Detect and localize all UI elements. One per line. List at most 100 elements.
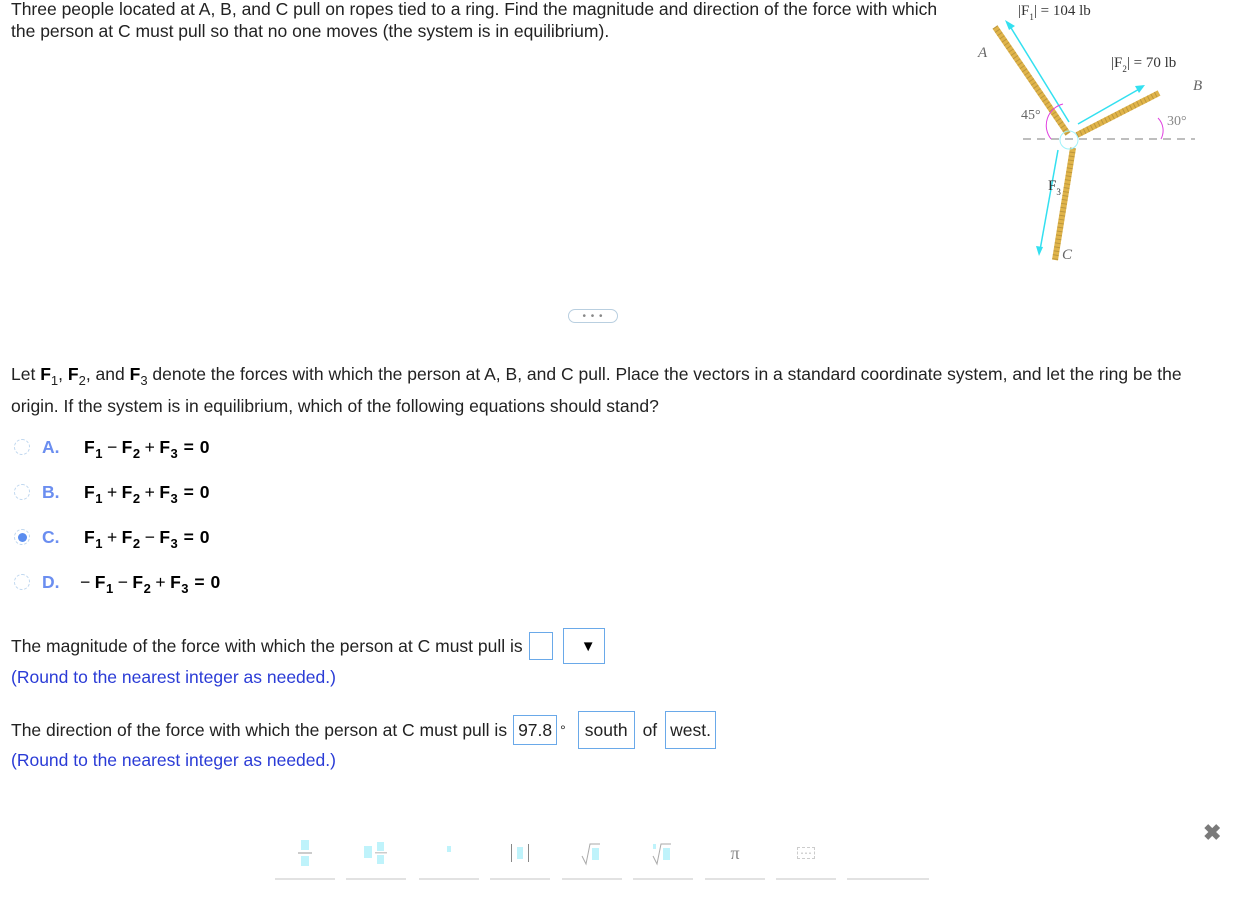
sub3: 3 (170, 535, 179, 551)
exponent-button[interactable] (419, 828, 479, 880)
sign: − (117, 571, 129, 592)
option-a[interactable]: A. F1− F2 + F3 = 0 (14, 434, 210, 460)
f2-label: |F (1111, 55, 1123, 71)
force-diagram: |F1| = 104 lb |F2| = 70 lb F3 A B C 45° … (965, 0, 1242, 270)
radio-option-c-selected[interactable] (14, 529, 30, 545)
diagram-svg (992, 20, 1195, 261)
degree-symbol: ° (560, 722, 566, 738)
angle-b-label: 30° (1167, 114, 1187, 129)
mixed-number-icon (364, 842, 387, 864)
term-f1: F (84, 436, 96, 457)
option-letter: B. (42, 481, 60, 502)
sub1: 1 (95, 535, 103, 551)
option-d[interactable]: D. − F1− F2 + F3 = 0 (14, 569, 221, 595)
option-equation: F1 + F2 + F3 = 0 (76, 481, 210, 506)
option-letter: C. (42, 526, 60, 547)
option-b[interactable]: B. F1 + F2 + F3 = 0 (14, 479, 210, 505)
option-c[interactable]: C. F1 + F2− F3 = 0 (14, 524, 210, 550)
prompt-f1: F (40, 364, 51, 384)
more-button[interactable]: ⋯ (776, 828, 836, 880)
rhs: = 0 (183, 526, 210, 547)
sign: − (144, 526, 156, 547)
fraction-button[interactable] (275, 828, 335, 880)
term-f3: F (159, 526, 171, 547)
prompt-s2: 2 (78, 373, 86, 388)
prompt-part2: denote the forces with which the person … (11, 364, 1182, 416)
nth-root-button[interactable] (633, 828, 693, 880)
sub1: 1 (95, 490, 103, 506)
nth-root-icon (652, 843, 671, 866)
direction-dropdown-2[interactable]: west. (665, 711, 717, 749)
term-f2: F (132, 571, 144, 592)
sign: − (80, 571, 91, 592)
point-b-label: B (1193, 78, 1203, 94)
expand-more-button[interactable]: • • • (568, 309, 618, 323)
prompt-f2: F (67, 364, 79, 384)
term-f2: F (121, 481, 133, 502)
term-f3: F (159, 436, 171, 457)
sign: + (144, 481, 156, 502)
rope-b (1075, 90, 1161, 138)
arrow-f1-head (1005, 20, 1015, 30)
question-text: Three people located at A, B, and C pull… (11, 0, 938, 41)
f3-label-group: F3 (1048, 178, 1061, 197)
prompt-text: Let F1, F2, and F3 denote the forces wit… (11, 358, 1231, 422)
rhs: = 0 (183, 481, 210, 502)
magnitude-line: The magnitude of the force with which th… (11, 628, 605, 664)
f3-sub: 3 (1056, 187, 1061, 197)
point-c-label: C (1062, 247, 1073, 263)
prompt-comma: , (58, 364, 68, 384)
f1-value: | = 104 lb (1033, 3, 1091, 19)
mixed-number-button[interactable] (346, 828, 406, 880)
magnitude-input[interactable] (528, 632, 553, 660)
sign: + (106, 526, 118, 547)
more-icon: ⋯ (797, 847, 815, 859)
option-equation: F1 + F2− F3 = 0 (76, 526, 210, 551)
radio-option-a[interactable] (14, 439, 30, 455)
radio-option-d[interactable] (14, 574, 30, 590)
term-f1: F (84, 526, 96, 547)
pi-button[interactable]: π (705, 828, 765, 880)
dropdown-arrow-icon: ▼ (580, 637, 596, 655)
f1-magnitude-label: |F1| = 104 lb (1018, 3, 1091, 22)
prompt-f3: F (129, 364, 141, 384)
term-f3: F (159, 481, 171, 502)
sign: + (106, 481, 118, 502)
rhs: = 0 (194, 571, 221, 592)
sub3: 3 (170, 445, 179, 461)
sub1: 1 (95, 445, 103, 461)
arrow-f2-head (1135, 85, 1145, 93)
pi-icon: π (730, 842, 740, 863)
angle-arc-b (1157, 117, 1164, 140)
direction-angle-input[interactable]: 97.8 (513, 715, 558, 745)
term-f2: F (121, 526, 133, 547)
ring (1059, 130, 1079, 150)
unit-dropdown[interactable]: ▼ (562, 628, 605, 664)
f1-label: |F (1018, 3, 1030, 19)
prompt-and: , and (85, 364, 130, 384)
exponent-icon (447, 846, 451, 852)
close-icon[interactable]: ✖ (1203, 820, 1221, 846)
term-f2: F (121, 436, 133, 457)
f2-value: | = 70 lb (1126, 55, 1177, 71)
arrow-f3 (1039, 149, 1059, 251)
absolute-value-button[interactable] (490, 828, 550, 880)
term-f3: F (170, 571, 182, 592)
direction-dropdown-1[interactable]: south (577, 711, 635, 749)
of-text: of (642, 719, 658, 740)
toolbar-spacer (847, 828, 929, 880)
sign: + (155, 571, 167, 592)
term-f1: F (94, 571, 106, 592)
rhs: = 0 (183, 436, 210, 457)
magnitude-hint: (Round to the nearest integer as needed.… (11, 667, 336, 687)
square-root-button[interactable] (562, 828, 622, 880)
sub2: 2 (143, 580, 152, 596)
option-letter: A. (42, 436, 60, 457)
point-a-label: A (978, 45, 988, 61)
fraction-icon (298, 840, 312, 866)
radio-option-b[interactable] (14, 484, 30, 500)
direction-text: The direction of the force with which th… (11, 719, 508, 740)
direction-line: The direction of the force with which th… (11, 711, 717, 749)
term-f1: F (84, 481, 96, 502)
sub3: 3 (170, 490, 179, 506)
